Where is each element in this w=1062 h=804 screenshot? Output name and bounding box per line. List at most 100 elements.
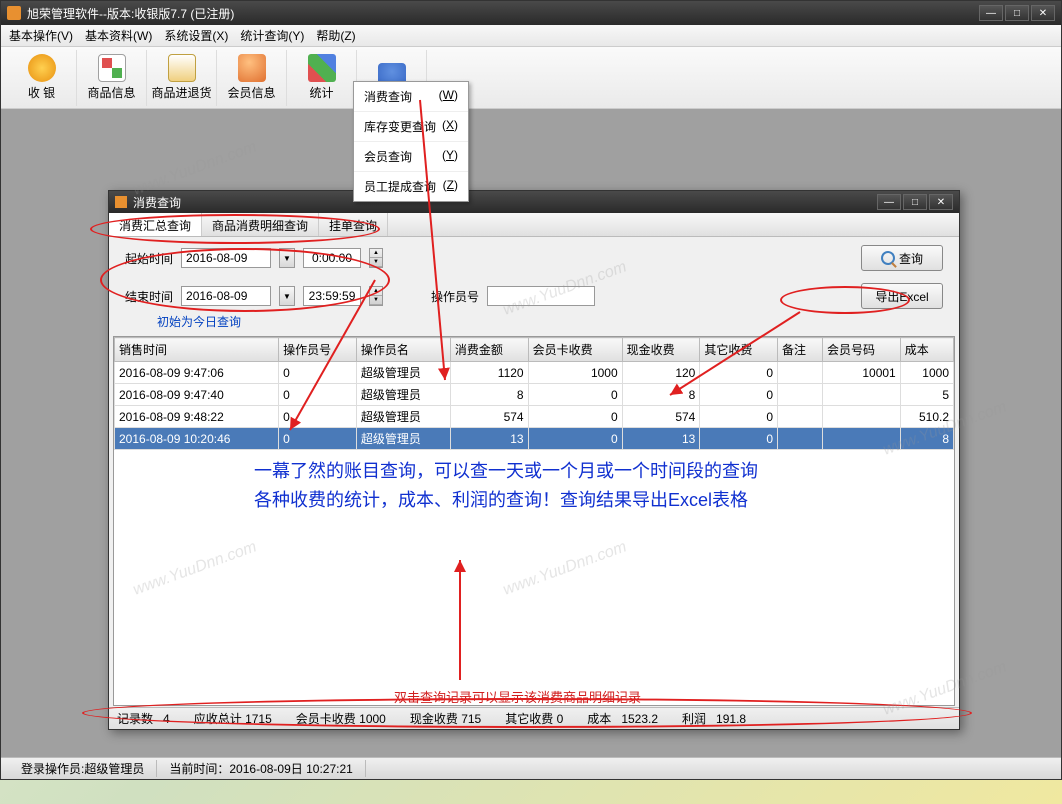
table-cell: 1000 (900, 362, 953, 384)
menu-help[interactable]: 帮助(Z) (316, 27, 355, 44)
table-cell (778, 428, 823, 450)
table-cell: 0 (528, 384, 622, 406)
tool-stock-label: 商品进退货 (151, 84, 211, 101)
table-cell (823, 384, 901, 406)
end-date-dropdown[interactable]: ▼ (279, 286, 295, 306)
maximize-button[interactable]: □ (1005, 5, 1029, 21)
dd-staff-commission-query[interactable]: 员工提成查询(Z) (354, 172, 468, 201)
main-statusbar: 登录操作员:超级管理员 当前时间：2016-08-09日 10:27:21 (1, 757, 1061, 779)
tool-stock[interactable]: 商品进退货 (147, 50, 217, 106)
table-cell: 0 (528, 428, 622, 450)
tool-member-label: 会员信息 (227, 84, 275, 101)
col-cost[interactable]: 成本 (900, 338, 953, 362)
stats-icon (308, 54, 336, 82)
consume-query-window: 消费查询 — □ ✕ 消费汇总查询 商品消费明细查询 挂单查询 起始时间 ▼ ▲… (108, 190, 960, 730)
table-cell: 0 (279, 384, 357, 406)
table-cell (823, 406, 901, 428)
col-other[interactable]: 其它收费 (700, 338, 778, 362)
sum-card: 会员卡收费 1000 (296, 710, 386, 727)
sub-app-icon (115, 196, 127, 208)
tool-member[interactable]: 会员信息 (217, 50, 287, 106)
menu-basic-ops[interactable]: 基本操作(V) (9, 27, 73, 44)
tool-goods[interactable]: 商品信息 (77, 50, 147, 106)
sum-cash: 现金收费 715 (410, 710, 481, 727)
col-opname[interactable]: 操作员名 (356, 338, 450, 362)
table-cell: 8 (450, 384, 528, 406)
end-date-input[interactable] (181, 286, 271, 306)
sum-other: 其它收费 0 (505, 710, 563, 727)
menu-stats[interactable]: 统计查询(Y) (240, 27, 304, 44)
main-title: 旭荣管理软件--版本:收银版7.7 (已注册) (27, 5, 979, 22)
close-button[interactable]: ✕ (1031, 5, 1055, 21)
sub-maximize-button[interactable]: □ (903, 194, 927, 210)
table-cell: 8 (622, 384, 700, 406)
start-date-dropdown[interactable]: ▼ (279, 248, 295, 268)
dd-consume-query[interactable]: 消费查询(W) (354, 82, 468, 112)
member-icon (238, 54, 266, 82)
table-cell: 120 (622, 362, 700, 384)
start-time-spinner[interactable]: ▲▼ (369, 248, 383, 268)
menu-settings[interactable]: 系统设置(X) (164, 27, 228, 44)
table-cell: 13 (622, 428, 700, 450)
tool-stats[interactable]: 统计 (287, 50, 357, 106)
table-cell (778, 362, 823, 384)
col-card[interactable]: 会员卡收费 (528, 338, 622, 362)
end-time-input[interactable] (303, 286, 361, 306)
export-excel-button[interactable]: 导出Excel (861, 283, 943, 309)
col-opno[interactable]: 操作员号 (279, 338, 357, 362)
filter-hint: 初始为今日查询 (109, 313, 959, 330)
toolbar: 收 银 商品信息 商品进退货 会员信息 统计 (1, 47, 1061, 109)
table-header-row: 销售时间 操作员号 操作员名 消费金额 会员卡收费 现金收费 其它收费 备注 会… (115, 338, 954, 362)
table-cell: 10001 (823, 362, 901, 384)
sub-tabs: 消费汇总查询 商品消费明细查询 挂单查询 (109, 213, 959, 237)
table-cell: 2016-08-09 9:47:06 (115, 362, 279, 384)
table-cell: 2016-08-09 9:47:40 (115, 384, 279, 406)
app-icon (7, 6, 21, 20)
dd-stock-change-query[interactable]: 库存变更查询(X) (354, 112, 468, 142)
table-cell: 0 (279, 428, 357, 450)
tool-cashier[interactable]: 收 银 (7, 50, 77, 106)
sub-titlebar: 消费查询 — □ ✕ (109, 191, 959, 213)
table-cell: 510.2 (900, 406, 953, 428)
start-date-input[interactable] (181, 248, 271, 268)
menu-basic-data[interactable]: 基本资料(W) (85, 27, 152, 44)
table-row[interactable]: 2016-08-09 9:47:060超级管理员1120100012001000… (115, 362, 954, 384)
table-row[interactable]: 2016-08-09 9:48:220超级管理员57405740510.2 (115, 406, 954, 428)
table-cell: 0 (700, 362, 778, 384)
table-row[interactable]: 2016-08-09 9:47:400超级管理员80805 (115, 384, 954, 406)
sub-close-button[interactable]: ✕ (929, 194, 953, 210)
sum-count: 记录数 4 (117, 710, 170, 727)
tool-stats-label: 统计 (309, 84, 333, 101)
start-time-input[interactable] (303, 248, 361, 268)
end-time-spinner[interactable]: ▲▼ (369, 286, 383, 306)
query-button[interactable]: 查询 (861, 245, 943, 271)
col-amount[interactable]: 消费金额 (450, 338, 528, 362)
table-row[interactable]: 2016-08-09 10:20:460超级管理员1301308 (115, 428, 954, 450)
status-time: 当前时间：2016-08-09日 10:27:21 (157, 760, 365, 777)
col-cash[interactable]: 现金收费 (622, 338, 700, 362)
minimize-button[interactable]: — (979, 5, 1003, 21)
start-label: 起始时间 (125, 250, 173, 267)
tab-pending[interactable]: 挂单查询 (319, 213, 388, 236)
sum-total: 应收总计 1715 (194, 710, 272, 727)
table-cell: 8 (900, 428, 953, 450)
table-cell (778, 406, 823, 428)
results-table: 销售时间 操作员号 操作员名 消费金额 会员卡收费 现金收费 其它收费 备注 会… (113, 336, 955, 706)
col-time[interactable]: 销售时间 (115, 338, 279, 362)
tab-detail[interactable]: 商品消费明细查询 (202, 213, 319, 236)
dd-member-query[interactable]: 会员查询(Y) (354, 142, 468, 172)
table-cell: 574 (622, 406, 700, 428)
table-cell: 超级管理员 (356, 406, 450, 428)
annotation-doubleclick: 双击查询记录可以显示该消费商品明细记录 (394, 687, 641, 706)
tool-goods-label: 商品信息 (87, 84, 135, 101)
col-member[interactable]: 会员号码 (823, 338, 901, 362)
search-icon (881, 251, 895, 265)
operator-input[interactable] (487, 286, 595, 306)
col-remark[interactable]: 备注 (778, 338, 823, 362)
sub-title: 消费查询 (133, 194, 877, 211)
table-cell: 0 (700, 384, 778, 406)
tab-summary[interactable]: 消费汇总查询 (109, 213, 202, 236)
sub-minimize-button[interactable]: — (877, 194, 901, 210)
stats-dropdown: 消费查询(W) 库存变更查询(X) 会员查询(Y) 员工提成查询(Z) (353, 81, 469, 202)
table-cell: 2016-08-09 9:48:22 (115, 406, 279, 428)
